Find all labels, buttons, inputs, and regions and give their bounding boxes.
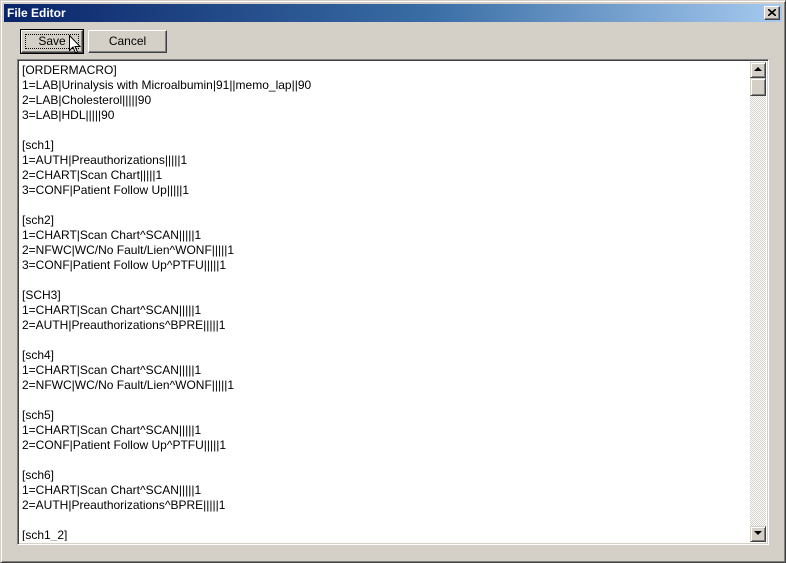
title-bar[interactable]: File Editor (4, 4, 782, 22)
text-line: [sch5] (22, 408, 55, 422)
text-line: 1=CHART|Scan Chart^SCAN|||||1 (22, 423, 202, 437)
text-line: [sch1_2] (22, 528, 68, 541)
text-line: [sch6] (22, 468, 55, 482)
text-line: 2=LAB|Cholesterol|||||90 (22, 93, 152, 107)
text-line: [sch4] (22, 348, 55, 362)
text-line: 3=LAB|HDL|||||90 (22, 108, 115, 122)
text-line: 3=CONF|Patient Follow Up^PTFU|||||1 (22, 258, 227, 272)
cancel-button-label: Cancel (108, 34, 147, 48)
text-line (22, 198, 750, 213)
window-title: File Editor (7, 6, 66, 20)
text-line: 1=CHART|Scan Chart^SCAN|||||1 (22, 483, 202, 497)
text-line: 3=CONF|Patient Follow Up|||||1 (22, 183, 190, 197)
file-editor-window: File Editor Save Cancel [ORDERMACRO] 1=LA… (0, 0, 786, 563)
text-line: 1=CHART|Scan Chart^SCAN|||||1 (22, 228, 202, 242)
scroll-up-button[interactable] (750, 62, 766, 78)
file-content[interactable]: [ORDERMACRO] 1=LAB|Urinalysis with Microa… (22, 63, 750, 541)
text-line (22, 123, 750, 138)
text-line: [sch1] (22, 138, 55, 152)
text-line: 2=CONF|Patient Follow Up^PTFU|||||1 (22, 438, 227, 452)
text-line (22, 513, 750, 528)
text-line (22, 393, 750, 408)
text-line: 2=AUTH|Preauthorizations^BPRE|||||1 (22, 318, 226, 332)
text-line (22, 273, 750, 288)
arrow-down-icon (754, 531, 762, 535)
close-icon (768, 9, 776, 16)
text-line: [ORDERMACRO] (22, 63, 117, 77)
text-line: 2=NFWC|WC/No Fault/Lien^WONF|||||1 (22, 243, 235, 257)
mouse-pointer-icon (69, 35, 81, 54)
text-line: 2=CHART|Scan Chart|||||1 (22, 168, 163, 182)
text-line: [sch2] (22, 213, 55, 227)
text-line: 1=AUTH|Preauthorizations|||||1 (22, 153, 188, 167)
cancel-button[interactable]: Cancel (88, 30, 167, 53)
text-line: 1=CHART|Scan Chart^SCAN|||||1 (22, 303, 202, 317)
scroll-thumb[interactable] (750, 78, 766, 96)
scroll-down-button[interactable] (750, 526, 766, 542)
text-line (22, 453, 750, 468)
arrow-up-icon (754, 67, 762, 71)
text-line: 1=LAB|Urinalysis with Microalbumin|91||m… (22, 78, 312, 92)
file-text-area[interactable]: [ORDERMACRO] 1=LAB|Urinalysis with Microa… (17, 59, 769, 545)
text-line: [SCH3] (22, 288, 61, 302)
text-line: 2=NFWC|WC/No Fault/Lien^WONF|||||1 (22, 378, 235, 392)
text-line: 1=CHART|Scan Chart^SCAN|||||1 (22, 363, 202, 377)
text-line (22, 333, 750, 348)
text-line: 2=AUTH|Preauthorizations^BPRE|||||1 (22, 498, 226, 512)
save-button-label: Save (38, 34, 66, 48)
close-button[interactable] (764, 6, 780, 20)
vertical-scrollbar[interactable] (750, 62, 766, 542)
